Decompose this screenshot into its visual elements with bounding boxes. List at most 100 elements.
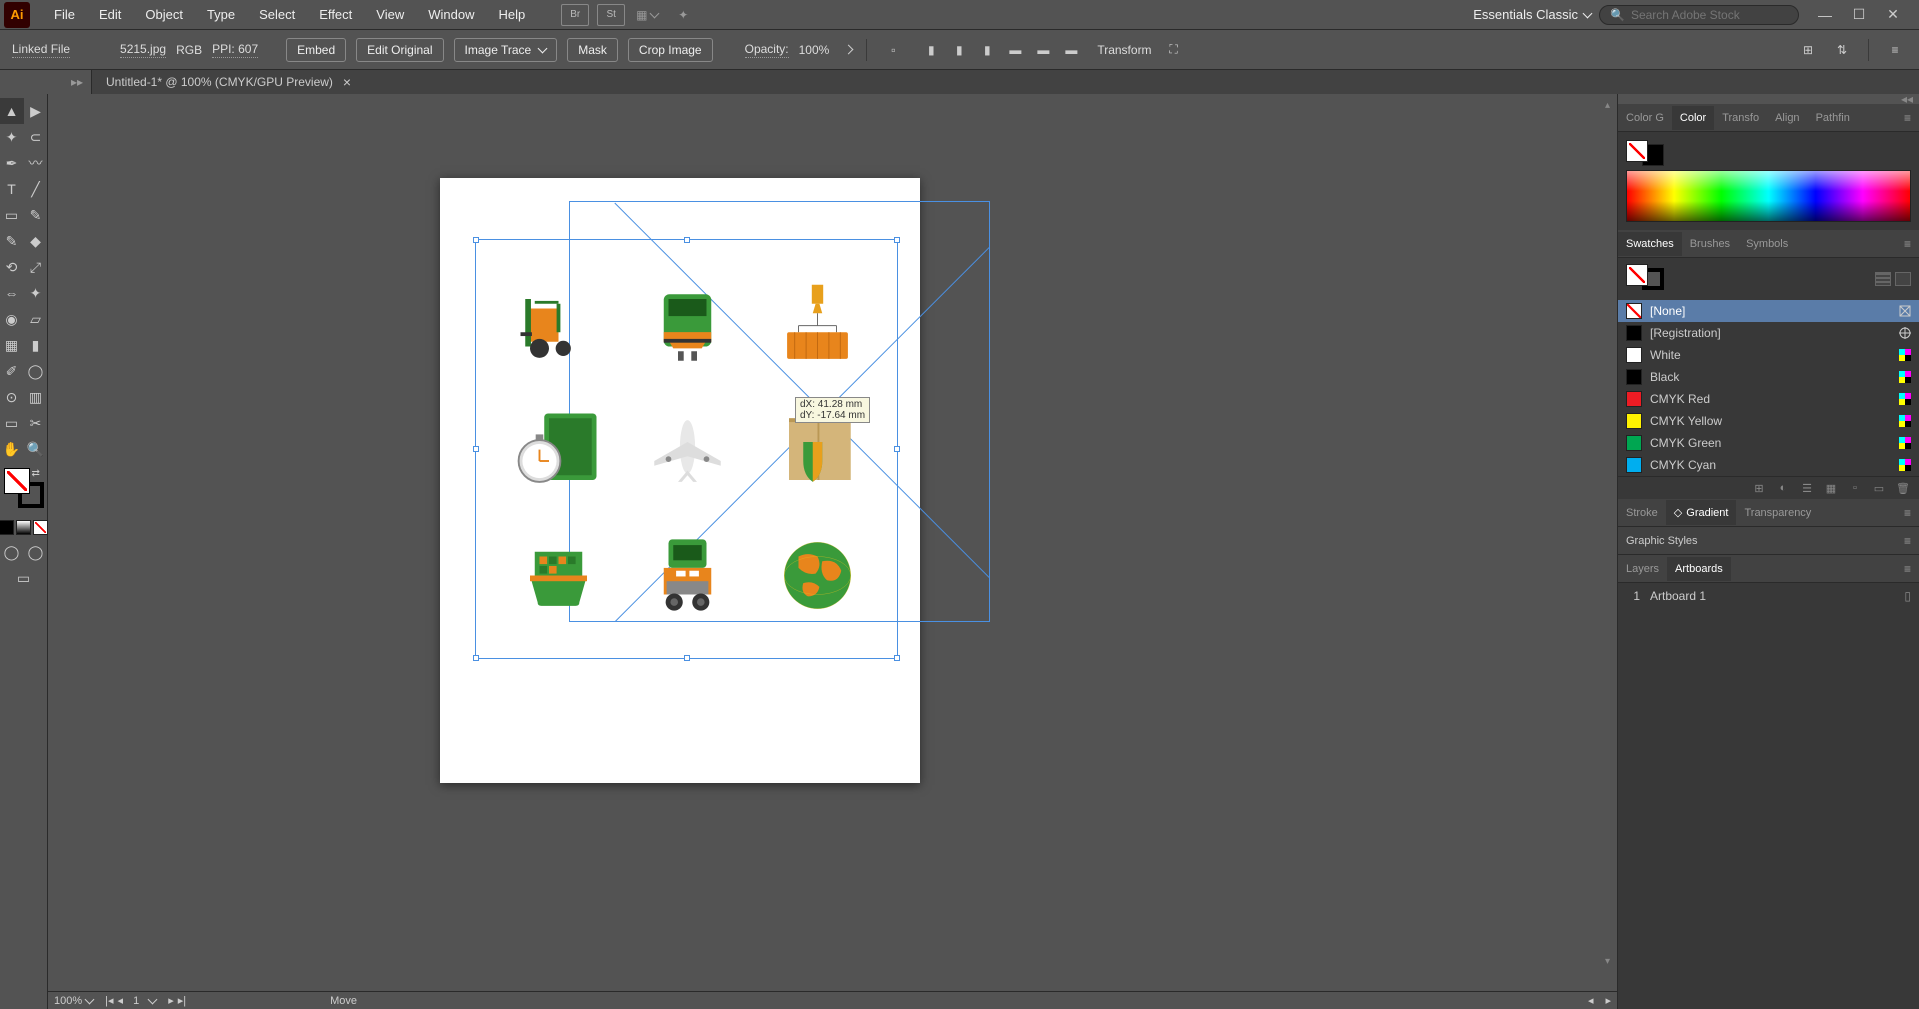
menu-edit[interactable]: Edit xyxy=(87,1,133,28)
tab-pathfinder[interactable]: Pathfin xyxy=(1808,106,1858,130)
align-vcenter-icon[interactable]: ▬ xyxy=(1031,38,1055,62)
mesh-tool[interactable]: ▦ xyxy=(0,332,24,358)
vertical-scrollbar[interactable]: ▴ ▾ xyxy=(1603,94,1617,973)
fill-swatch[interactable] xyxy=(4,468,30,494)
artboard-row[interactable]: 1 Artboard 1 ▯ xyxy=(1618,583,1919,609)
hscroll-left-icon[interactable]: ◂ xyxy=(1588,994,1594,1007)
curvature-tool[interactable]: 〰 xyxy=(24,150,48,176)
search-stock-field[interactable]: 🔍 xyxy=(1599,5,1799,25)
tab-swatches[interactable]: Swatches xyxy=(1618,232,1682,256)
selection-handle[interactable] xyxy=(473,655,479,661)
tab-color[interactable]: Color xyxy=(1672,106,1714,130)
shaper-tool[interactable]: ✎ xyxy=(0,228,24,254)
tab-graphic-styles[interactable]: Graphic Styles xyxy=(1618,529,1706,553)
scroll-up-icon[interactable]: ▴ xyxy=(1605,100,1610,111)
swatch-fill-stroke[interactable] xyxy=(1626,264,1666,288)
stock-icon[interactable]: St xyxy=(597,4,625,26)
tab-transparency[interactable]: Transparency xyxy=(1736,501,1819,525)
zoom-tool[interactable]: 🔍 xyxy=(24,436,48,462)
eyedropper-tool[interactable]: ✐ xyxy=(0,358,24,384)
blend-tool[interactable]: ◯ xyxy=(24,358,48,384)
constrain-icon[interactable]: ⛶ xyxy=(1162,38,1186,62)
swatch-row[interactable]: CMYK Green xyxy=(1618,432,1919,454)
none-mode-swatch[interactable] xyxy=(33,520,48,535)
free-transform-tool[interactable]: ✦ xyxy=(24,280,48,306)
tab-color-guide[interactable]: Color G xyxy=(1618,106,1672,130)
eraser-tool[interactable]: ◆ xyxy=(24,228,48,254)
list-view-icon[interactable] xyxy=(1875,272,1891,286)
scale-tool[interactable]: ⤢ xyxy=(24,254,48,280)
tab-symbols[interactable]: Symbols xyxy=(1738,232,1796,256)
pen-tool[interactable]: ✒ xyxy=(0,150,24,176)
new-folder-icon[interactable]: ▭ xyxy=(1871,481,1887,495)
arrange-docs-icon[interactable]: ▦ xyxy=(633,4,661,26)
bridge-icon[interactable]: Br xyxy=(561,4,589,26)
next-icon[interactable]: ▸ xyxy=(168,994,174,1007)
minimize-button[interactable]: — xyxy=(1815,7,1835,23)
tab-transform[interactable]: Transfo xyxy=(1714,106,1767,130)
menu-view[interactable]: View xyxy=(364,1,416,28)
swatch-row[interactable]: CMYK Red xyxy=(1618,388,1919,410)
color-spectrum[interactable] xyxy=(1626,170,1911,222)
hscroll-right-icon[interactable]: ▸ xyxy=(1605,994,1611,1007)
first-icon[interactable]: |◂ xyxy=(105,994,113,1007)
swatch-row[interactable]: CMYK Yellow xyxy=(1618,410,1919,432)
color-fill-stroke[interactable] xyxy=(1626,140,1666,164)
swatch-row[interactable]: CMYK Cyan xyxy=(1618,454,1919,476)
last-icon[interactable]: ▸| xyxy=(178,994,186,1007)
lasso-tool[interactable]: ⊂ xyxy=(24,124,48,150)
swatch-row[interactable]: [None] xyxy=(1618,300,1919,322)
magic-wand-tool[interactable]: ✦ xyxy=(0,124,24,150)
prev-icon[interactable]: ◂ xyxy=(118,994,124,1007)
artboard-orient-icon[interactable]: ▯ xyxy=(1904,589,1911,603)
opacity-label[interactable]: Opacity: xyxy=(745,42,789,58)
menu-type[interactable]: Type xyxy=(195,1,247,28)
close-button[interactable]: ✕ xyxy=(1883,7,1903,23)
gradient-tool[interactable]: ▮ xyxy=(24,332,48,358)
selection-handle[interactable] xyxy=(684,237,690,243)
selection-handle[interactable] xyxy=(473,237,479,243)
search-input[interactable] xyxy=(1631,8,1781,22)
fill-swatch[interactable] xyxy=(1626,140,1648,162)
crop-image-button[interactable]: Crop Image xyxy=(628,38,713,62)
tab-gradient[interactable]: ◇Gradient xyxy=(1666,500,1737,525)
scroll-down-icon[interactable]: ▾ xyxy=(1605,956,1610,967)
linked-file-label[interactable]: Linked File xyxy=(12,42,70,58)
zoom-control[interactable]: 100% xyxy=(54,995,93,1007)
menu-effect[interactable]: Effect xyxy=(307,1,364,28)
workspace-switcher[interactable]: Essentials Classic xyxy=(1465,3,1599,26)
panel-menu-icon[interactable]: ≡ xyxy=(1896,107,1919,129)
menu-select[interactable]: Select xyxy=(247,1,307,28)
embed-button[interactable]: Embed xyxy=(286,38,346,62)
tab-layers[interactable]: Layers xyxy=(1618,557,1667,581)
image-trace-button[interactable]: Image Trace xyxy=(454,38,558,62)
selection-handle[interactable] xyxy=(473,446,479,452)
type-tool[interactable]: T xyxy=(0,176,24,202)
artboard-tool[interactable]: ▭ xyxy=(0,410,24,436)
tab-align[interactable]: Align xyxy=(1767,106,1807,130)
file-name-label[interactable]: 5215.jpg xyxy=(120,42,166,58)
selection-tool[interactable]: ▲ xyxy=(0,98,24,124)
canvas[interactable]: dX: 41.28 mm dY: -17.64 mm ▴ ▾ xyxy=(48,94,1617,991)
maximize-button[interactable]: ☐ xyxy=(1849,7,1869,23)
align-top-icon[interactable]: ▬ xyxy=(1003,38,1027,62)
rectangle-tool[interactable]: ▭ xyxy=(0,202,24,228)
edit-original-button[interactable]: Edit Original xyxy=(356,38,443,62)
menu-window[interactable]: Window xyxy=(416,1,486,28)
align-hcenter-icon[interactable]: ▮ xyxy=(947,38,971,62)
artboard-nav[interactable]: |◂ ◂ 1 ▸ ▸| xyxy=(105,994,186,1007)
mask-button[interactable]: Mask xyxy=(567,38,618,62)
fill-stroke-control[interactable]: ⇄ xyxy=(0,468,48,516)
screen-mode-icon[interactable]: ▭ xyxy=(0,565,48,591)
close-tab-icon[interactable]: × xyxy=(343,74,351,90)
isolate-icon[interactable]: ⊞ xyxy=(1796,38,1820,62)
width-tool[interactable]: ⇔ xyxy=(0,280,24,306)
graph-tool[interactable]: ▥ xyxy=(24,384,48,410)
menu-file[interactable]: File xyxy=(42,1,87,28)
selection-handle[interactable] xyxy=(894,655,900,661)
direct-selection-tool[interactable]: ▶ xyxy=(24,98,48,124)
tab-artboards[interactable]: Artboards xyxy=(1667,557,1731,581)
gradient-mode-swatch[interactable] xyxy=(16,520,31,535)
rotate-tool[interactable]: ⟲ xyxy=(0,254,24,280)
swatch-row[interactable]: Black xyxy=(1618,366,1919,388)
